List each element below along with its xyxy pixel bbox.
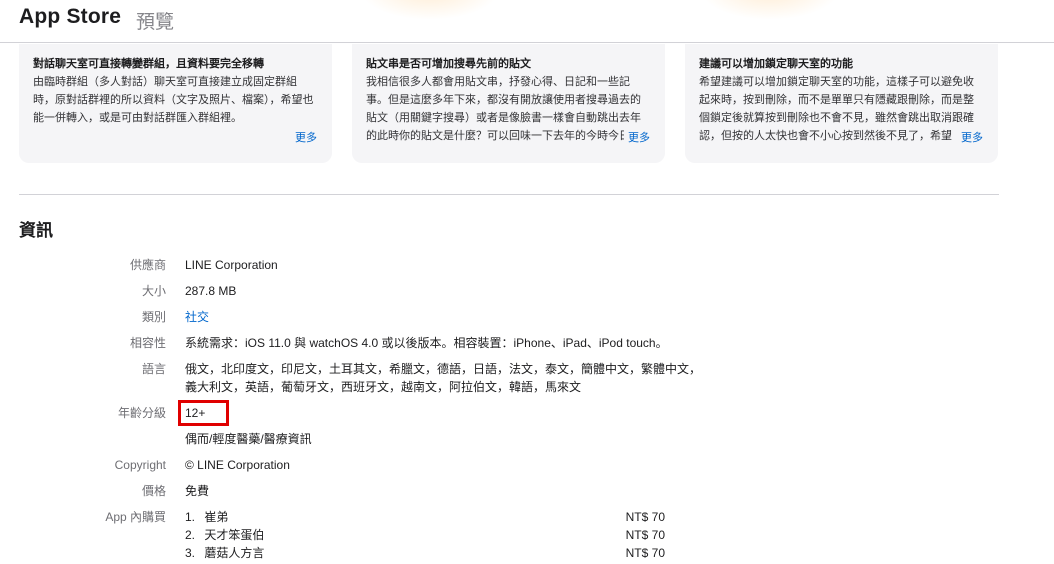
in-app-purchase-label: App 內購買	[105, 510, 166, 524]
copyright-label: Copyright	[114, 458, 166, 472]
age-rating-label: 年齡分級	[117, 406, 166, 420]
age-rating-note: 偶而/輕度醫藥/醫療資訊	[185, 432, 312, 446]
header-decoration	[360, 0, 500, 20]
provider-label: 供應商	[129, 258, 166, 272]
size-value: 287.8 MB	[185, 284, 237, 298]
info-section-title: 資訊	[19, 221, 53, 240]
section-divider	[19, 194, 999, 195]
iap-price: NT$ 70	[625, 510, 665, 524]
review-card: 建議可以增加鎖定聊天室的功能 希望建議可以增加鎖定聊天室的功能，這樣子可以避免收…	[685, 44, 998, 163]
review-more-link[interactable]: 更多	[957, 129, 983, 147]
category-link[interactable]: 社交	[185, 308, 209, 326]
header-decoration	[700, 0, 840, 20]
review-card: 對話聊天室可直接轉變群組，且資料要完全移轉 由臨時群組（多人對話）聊天室可直接建…	[19, 44, 332, 163]
iap-number: 2.	[185, 528, 196, 542]
review-body: 希望建議可以增加鎖定聊天室的功能，這樣子可以避免收起來時，按到刪除，而不是單單只…	[699, 76, 974, 142]
languages-label: 語言	[141, 362, 166, 376]
size-label: 大小	[141, 284, 166, 298]
category-label: 類別	[141, 310, 166, 324]
review-body: 由臨時群組（多人對話）聊天室可直接建立成固定群組時，原對話群裡的所以資料（文字及…	[33, 76, 314, 124]
iap-price: NT$ 70	[625, 546, 665, 560]
price-label: 價格	[141, 484, 166, 498]
languages-value-line2: 義大利文，英語，葡萄牙文，西班牙文，越南文，阿拉伯文，韓語，馬來文	[185, 380, 582, 394]
copyright-value: © LINE Corporation	[185, 458, 290, 472]
in-app-purchase-item: 2. 天才笨蛋伯 NT$ 70	[185, 526, 665, 544]
languages-value-line1: 俄文，北印度文，印尼文，土耳其文，希臘文，德語，日語，法文，泰文，簡體中文，繁體…	[185, 362, 702, 376]
iap-name: 天才笨蛋伯	[204, 528, 265, 542]
in-app-purchase-item: 1. 崔弟 NT$ 70	[185, 508, 665, 526]
review-card: 貼文串是否可增加搜尋先前的貼文 我相信很多人都會用貼文串，抒發心得、日記和一些記…	[352, 44, 665, 163]
iap-number: 3.	[185, 546, 196, 560]
review-title: 對話聊天室可直接轉變群組，且資料要完全移轉	[33, 58, 264, 70]
iap-number: 1.	[185, 510, 196, 524]
age-rating-value: 12+	[185, 406, 206, 420]
iap-name: 崔弟	[204, 510, 229, 524]
review-more-link[interactable]: 更多	[624, 129, 650, 147]
review-title: 貼文串是否可增加搜尋先前的貼文	[366, 58, 531, 70]
iap-price: NT$ 70	[625, 528, 665, 542]
iap-name: 蘑菇人方言	[204, 546, 265, 560]
review-body: 我相信很多人都會用貼文串，抒發心得、日記和一些記事。但是這麼多年下來，都沒有開放…	[366, 76, 641, 142]
app-store-title[interactable]: App Store	[19, 5, 121, 29]
compatibility-label: 相容性	[129, 336, 166, 350]
compatibility-value: 系統需求：iOS 11.0 與 watchOS 4.0 或以後版本。相容裝置：i…	[185, 336, 668, 350]
provider-value: LINE Corporation	[185, 258, 278, 272]
preview-label: 預覽	[136, 12, 175, 33]
in-app-purchase-item: 3. 蘑菇人方言 NT$ 70	[185, 544, 665, 562]
price-value: 免費	[185, 484, 210, 498]
review-more-link[interactable]: 更多	[291, 129, 317, 147]
review-title: 建議可以增加鎖定聊天室的功能	[699, 58, 853, 70]
app-header: App Store 預覽	[0, 0, 1054, 43]
